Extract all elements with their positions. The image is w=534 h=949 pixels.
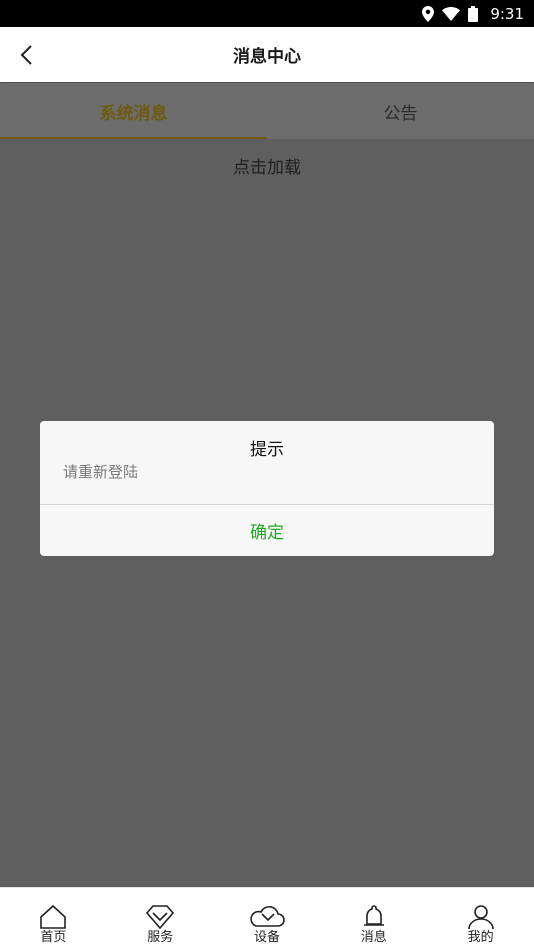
nav-messages[interactable]: 消息	[320, 888, 427, 949]
dialog-title: 提示	[250, 440, 284, 460]
alert-dialog: 提示 请重新登陆 确定	[40, 421, 494, 556]
nav-device-label: 设备	[253, 930, 280, 945]
nav-messages-label: 消息	[360, 930, 387, 945]
nav-profile[interactable]: 我的	[427, 888, 534, 949]
tab-announcements[interactable]: 公告	[267, 83, 534, 139]
service-icon	[146, 905, 175, 930]
nav-home[interactable]: 首页	[0, 888, 107, 949]
page-title: 消息中心	[233, 47, 301, 67]
nav-service[interactable]: 服务	[107, 888, 214, 949]
load-more-button[interactable]: 点击加载	[0, 139, 534, 191]
home-icon	[40, 904, 67, 929]
tab-bar: 系统消息 公告	[0, 83, 534, 139]
device-icon	[250, 906, 285, 927]
status-bar: 9:31	[0, 0, 534, 27]
bell-icon	[363, 905, 384, 926]
tab-system-messages[interactable]: 系统消息	[0, 83, 267, 139]
battery-icon	[468, 5, 479, 22]
nav-device[interactable]: 设备	[214, 888, 321, 949]
location-icon	[422, 5, 435, 22]
nav-profile-label: 我的	[467, 930, 494, 945]
dialog-confirm-button[interactable]: 确定	[40, 505, 494, 556]
nav-home-label: 首页	[40, 930, 67, 945]
user-icon	[467, 905, 494, 930]
app-header: 消息中心	[0, 27, 534, 82]
dialog-message: 请重新登陆	[63, 463, 139, 481]
nav-service-label: 服务	[147, 930, 174, 945]
bottom-nav: 首页 服务 设备 消息 我的	[0, 887, 534, 949]
wifi-icon	[442, 6, 461, 21]
status-time: 9:31	[490, 4, 524, 23]
